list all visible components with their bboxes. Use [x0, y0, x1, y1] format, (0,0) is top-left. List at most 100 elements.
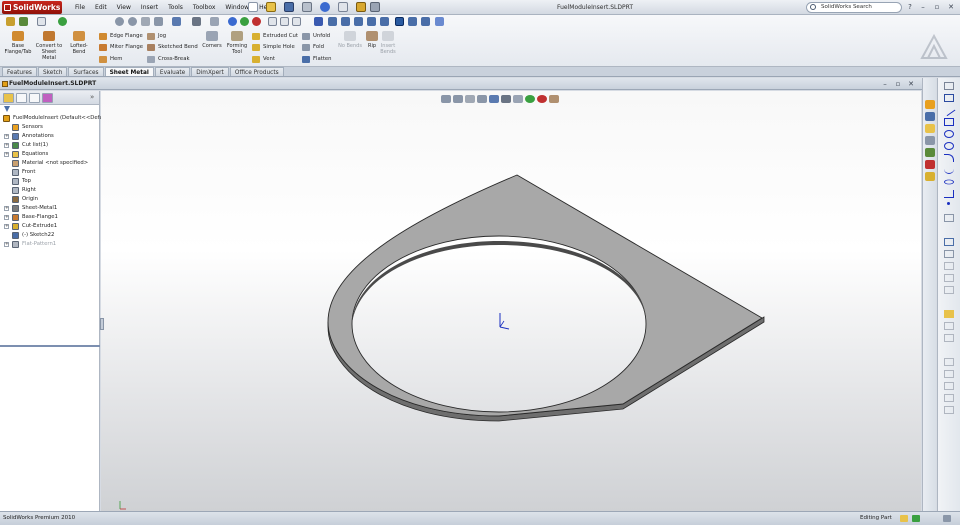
dimetric-view-icon[interactable] — [421, 17, 430, 26]
search-results-icon[interactable] — [925, 136, 935, 145]
zoom-area-icon[interactable] — [128, 17, 137, 26]
arc-icon[interactable] — [944, 154, 954, 162]
corners-button[interactable]: Corners — [200, 31, 224, 49]
trim-icon[interactable] — [944, 262, 954, 270]
right-view-icon[interactable] — [367, 17, 376, 26]
part-model[interactable] — [101, 91, 921, 511]
base-flange-tab-button[interactable]: Base Flange/Tab — [4, 31, 32, 55]
tree-item-cut-extrude[interactable]: + Cut-Extrude1 — [0, 222, 99, 231]
menu-tools[interactable]: Tools — [163, 0, 188, 15]
menu-edit[interactable]: Edit — [90, 0, 112, 15]
menu-view[interactable]: View — [112, 0, 136, 15]
no-bends-button[interactable]: No Bends — [336, 31, 364, 49]
fold-button[interactable]: Fold — [302, 43, 324, 52]
configuration-manager-tab-icon[interactable] — [29, 93, 40, 103]
rapid-sketch-icon[interactable] — [944, 370, 954, 378]
toolbar-customize-icon[interactable] — [6, 17, 15, 26]
top-view-icon[interactable] — [380, 17, 389, 26]
sketch-pin-icon[interactable] — [944, 94, 954, 102]
tree-item-origin[interactable]: Origin — [0, 195, 99, 204]
tab-office-products[interactable]: Office Products — [229, 67, 284, 76]
doc-restore-icon[interactable]: ▫ — [893, 79, 903, 89]
tab-dimxpert[interactable]: DimXpert — [191, 67, 229, 76]
miter-flange-button[interactable]: Miter Flange — [99, 43, 143, 52]
lofted-bend-button[interactable]: Lofted-Bend — [64, 31, 94, 55]
expand-toggle-icon[interactable]: + — [4, 224, 9, 229]
search-input[interactable]: SolidWorks Search — [806, 2, 902, 13]
rebuild-icon[interactable] — [356, 2, 366, 12]
insert-bends-button[interactable]: Insert Bends — [378, 31, 398, 55]
move-entities-icon[interactable] — [944, 286, 954, 294]
tree-item-sheet-metal[interactable]: + Sheet-Metal1 — [0, 204, 99, 213]
trimetric-view-icon[interactable] — [408, 17, 417, 26]
tab-evaluate[interactable]: Evaluate — [154, 67, 191, 76]
extruded-cut-button[interactable]: Extruded Cut — [252, 32, 298, 41]
tree-item-annotations[interactable]: + Annotations — [0, 132, 99, 141]
edge-flange-button[interactable]: Edge Flange — [99, 32, 143, 41]
simple-hole-button[interactable]: Simple Hole — [252, 43, 295, 52]
instant-3d-icon[interactable] — [944, 394, 954, 402]
slot-icon[interactable] — [944, 130, 954, 138]
spline-icon[interactable] — [944, 166, 954, 174]
tree-item-sketch[interactable]: (-) Sketch22 — [0, 231, 99, 240]
offset-entities-icon[interactable] — [944, 238, 954, 246]
previous-view-icon[interactable] — [141, 17, 150, 26]
ellipse-icon[interactable] — [944, 179, 954, 185]
file-explorer-icon[interactable] — [925, 124, 935, 133]
expand-toggle-icon[interactable]: + — [4, 152, 9, 157]
circle-icon[interactable] — [944, 142, 954, 150]
tree-item-plane[interactable]: Front — [0, 168, 99, 177]
appearance-icon[interactable] — [58, 17, 67, 26]
extend-icon[interactable] — [944, 274, 954, 282]
tree-root-part[interactable]: FuelModuleInsert (Default<<Defa... — [0, 114, 108, 123]
appearances-scenes-icon[interactable] — [925, 160, 935, 169]
isometric-view-icon[interactable] — [395, 17, 404, 26]
sketch-smart-dim-icon[interactable] — [944, 82, 954, 90]
add-relation-icon[interactable] — [944, 310, 954, 318]
tree-item-flat-pattern[interactable]: + Flat-Pattern1 — [0, 240, 99, 249]
fillet-icon[interactable] — [944, 190, 954, 198]
display-relations-icon[interactable] — [944, 322, 954, 330]
rip-button[interactable]: Rip — [365, 31, 379, 49]
custom-properties-icon[interactable] — [925, 172, 935, 181]
point-icon[interactable] — [947, 202, 950, 205]
tree-item-equations[interactable]: + Equations — [0, 150, 99, 159]
open-folder-icon[interactable] — [266, 2, 276, 12]
view-palette-icon[interactable] — [925, 148, 935, 157]
solidworks-resources-icon[interactable] — [925, 100, 935, 109]
toolbar-sketch-icon[interactable] — [19, 17, 28, 26]
quick-snaps-icon[interactable] — [944, 358, 954, 366]
tree-item-plane[interactable]: Right — [0, 186, 99, 195]
expand-panel-icon[interactable]: » — [90, 93, 94, 101]
help-button[interactable]: ? — [905, 2, 915, 12]
line-icon[interactable] — [942, 103, 956, 117]
back-view-icon[interactable] — [341, 17, 350, 26]
save-icon[interactable] — [284, 2, 294, 12]
flatten-button[interactable]: Flatten — [302, 55, 332, 64]
feature-filter[interactable] — [0, 105, 99, 114]
edit-appearance-icon[interactable] — [240, 17, 249, 26]
design-library-icon[interactable] — [925, 112, 935, 121]
sketch-picture-icon[interactable] — [944, 382, 954, 390]
shadows-icon[interactable] — [292, 17, 301, 26]
units-status-icon[interactable] — [912, 515, 920, 522]
convert-to-sheet-metal-button[interactable]: Convert to Sheet Metal — [35, 31, 63, 61]
panel-collapse-handle[interactable] — [100, 318, 104, 330]
options-icon[interactable] — [370, 2, 380, 12]
new-document-icon[interactable] — [248, 2, 258, 12]
measure-icon[interactable] — [435, 17, 444, 26]
tree-item-sensors[interactable]: Sensors — [0, 123, 99, 132]
restore-icon[interactable]: ▫ — [932, 2, 942, 12]
tree-item-material[interactable]: Material <not specified> — [0, 159, 99, 168]
repair-sketch-icon[interactable] — [944, 334, 954, 342]
expand-toggle-icon[interactable]: + — [4, 143, 9, 148]
rebuild-status-icon[interactable] — [900, 515, 908, 522]
tab-surfaces[interactable]: Surfaces — [68, 67, 104, 76]
convert-entities-icon[interactable] — [944, 406, 954, 414]
tab-sketch[interactable]: Sketch — [37, 67, 68, 76]
app-logo[interactable]: SolidWorks — [2, 1, 62, 14]
feature-tree-tab-icon[interactable] — [3, 93, 14, 103]
centerline-icon[interactable] — [944, 214, 954, 222]
print-icon[interactable] — [302, 2, 312, 12]
vent-button[interactable]: Vent — [252, 55, 275, 64]
